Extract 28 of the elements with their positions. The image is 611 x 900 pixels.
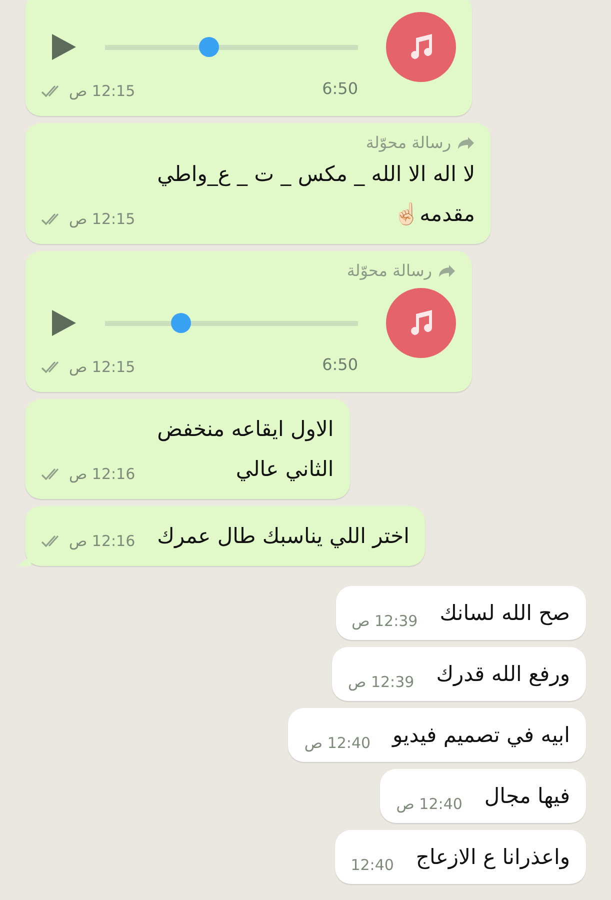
message-time: 12:15 ص [69,358,136,376]
message-time: 12:15 ص [69,82,136,100]
message-time: 12:15 ص [69,210,136,228]
message-time: 12:39 ص [348,673,414,691]
slider-thumb[interactable] [170,313,191,333]
message-time: 12:16 ص [69,532,136,550]
forwarded-label: رسالة محوّلة [366,133,452,152]
forwarded-label: رسالة محوّلة [346,261,432,280]
message-time: 12:40 ص [304,734,371,752]
message-text: فيها مجال [484,783,570,810]
slider-thumb[interactable] [198,37,219,57]
message-text: ابيه في تصميم فيديو [392,722,570,750]
play-icon[interactable] [51,309,77,337]
message-text: ورفع الله قدرك [436,661,570,688]
message-text: الاول ايقاعه منخفض الثاني عالي [157,416,334,484]
message-time: 12:40 ص [396,795,462,813]
forward-icon [457,136,476,150]
message-time: 12:40 [350,856,394,874]
message-text: اختر اللي يناسبك طال عمرك [157,523,410,550]
message-text: صح الله لسانك [440,600,570,628]
message-text: واعذرانا ع الازعاج [416,844,570,872]
audio-duration: 6:50 [322,79,358,98]
forward-icon [438,264,456,278]
message-time: 12:39 ص [352,612,418,630]
message-time: 12:16 ص [69,465,136,483]
play-icon[interactable] [51,33,77,61]
message-text: لا اله الا الله _ مكس _ ت _ ع_واطي مقدمه☝🏻 [157,161,476,228]
audio-duration: 6:50 [322,355,358,374]
